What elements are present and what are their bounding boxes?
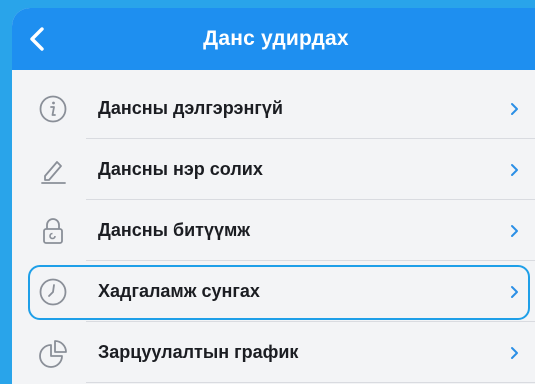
chevron-right-icon [511, 102, 518, 115]
menu-item-account-details[interactable]: Дансны дэлгэрэнгүй [12, 78, 535, 139]
menu-item-label: Зарцуулалтын график [98, 342, 299, 362]
chevron-right-icon [511, 346, 518, 359]
info-icon [36, 92, 70, 126]
menu-item-label: Дансны нэр солих [98, 159, 263, 179]
pencil-icon [36, 153, 70, 187]
chevron-right-icon [511, 224, 518, 237]
menu-item-label: Дансны дэлгэрэнгүй [98, 98, 283, 118]
chevron-right-icon [511, 285, 518, 298]
back-button[interactable] [20, 22, 54, 56]
menu-item-account-freeze[interactable]: Дансны битүүмж [12, 200, 535, 261]
pie-chart-icon [36, 336, 70, 370]
menu-item-spending-chart[interactable]: Зарцуулалтын график [12, 322, 535, 383]
menu-item-rename-account[interactable]: Дансны нэр солих [12, 139, 535, 200]
chevron-left-icon [30, 27, 44, 51]
header-bar: Данс удирдах [12, 8, 535, 70]
divider [86, 382, 535, 383]
chevron-right-icon [511, 163, 518, 176]
lock-icon [36, 214, 70, 248]
clock-icon [36, 275, 70, 309]
account-management-panel: Данс удирдах Дансны дэлгэрэнгүй Дансны н… [12, 8, 535, 384]
menu-item-extend-deposit[interactable]: Хадгаламж сунгах [12, 261, 535, 322]
menu-item-label: Дансны битүүмж [98, 220, 251, 240]
page-title: Данс удирдах [203, 27, 349, 50]
menu-item-label: Хадгаламж сунгах [98, 281, 260, 301]
